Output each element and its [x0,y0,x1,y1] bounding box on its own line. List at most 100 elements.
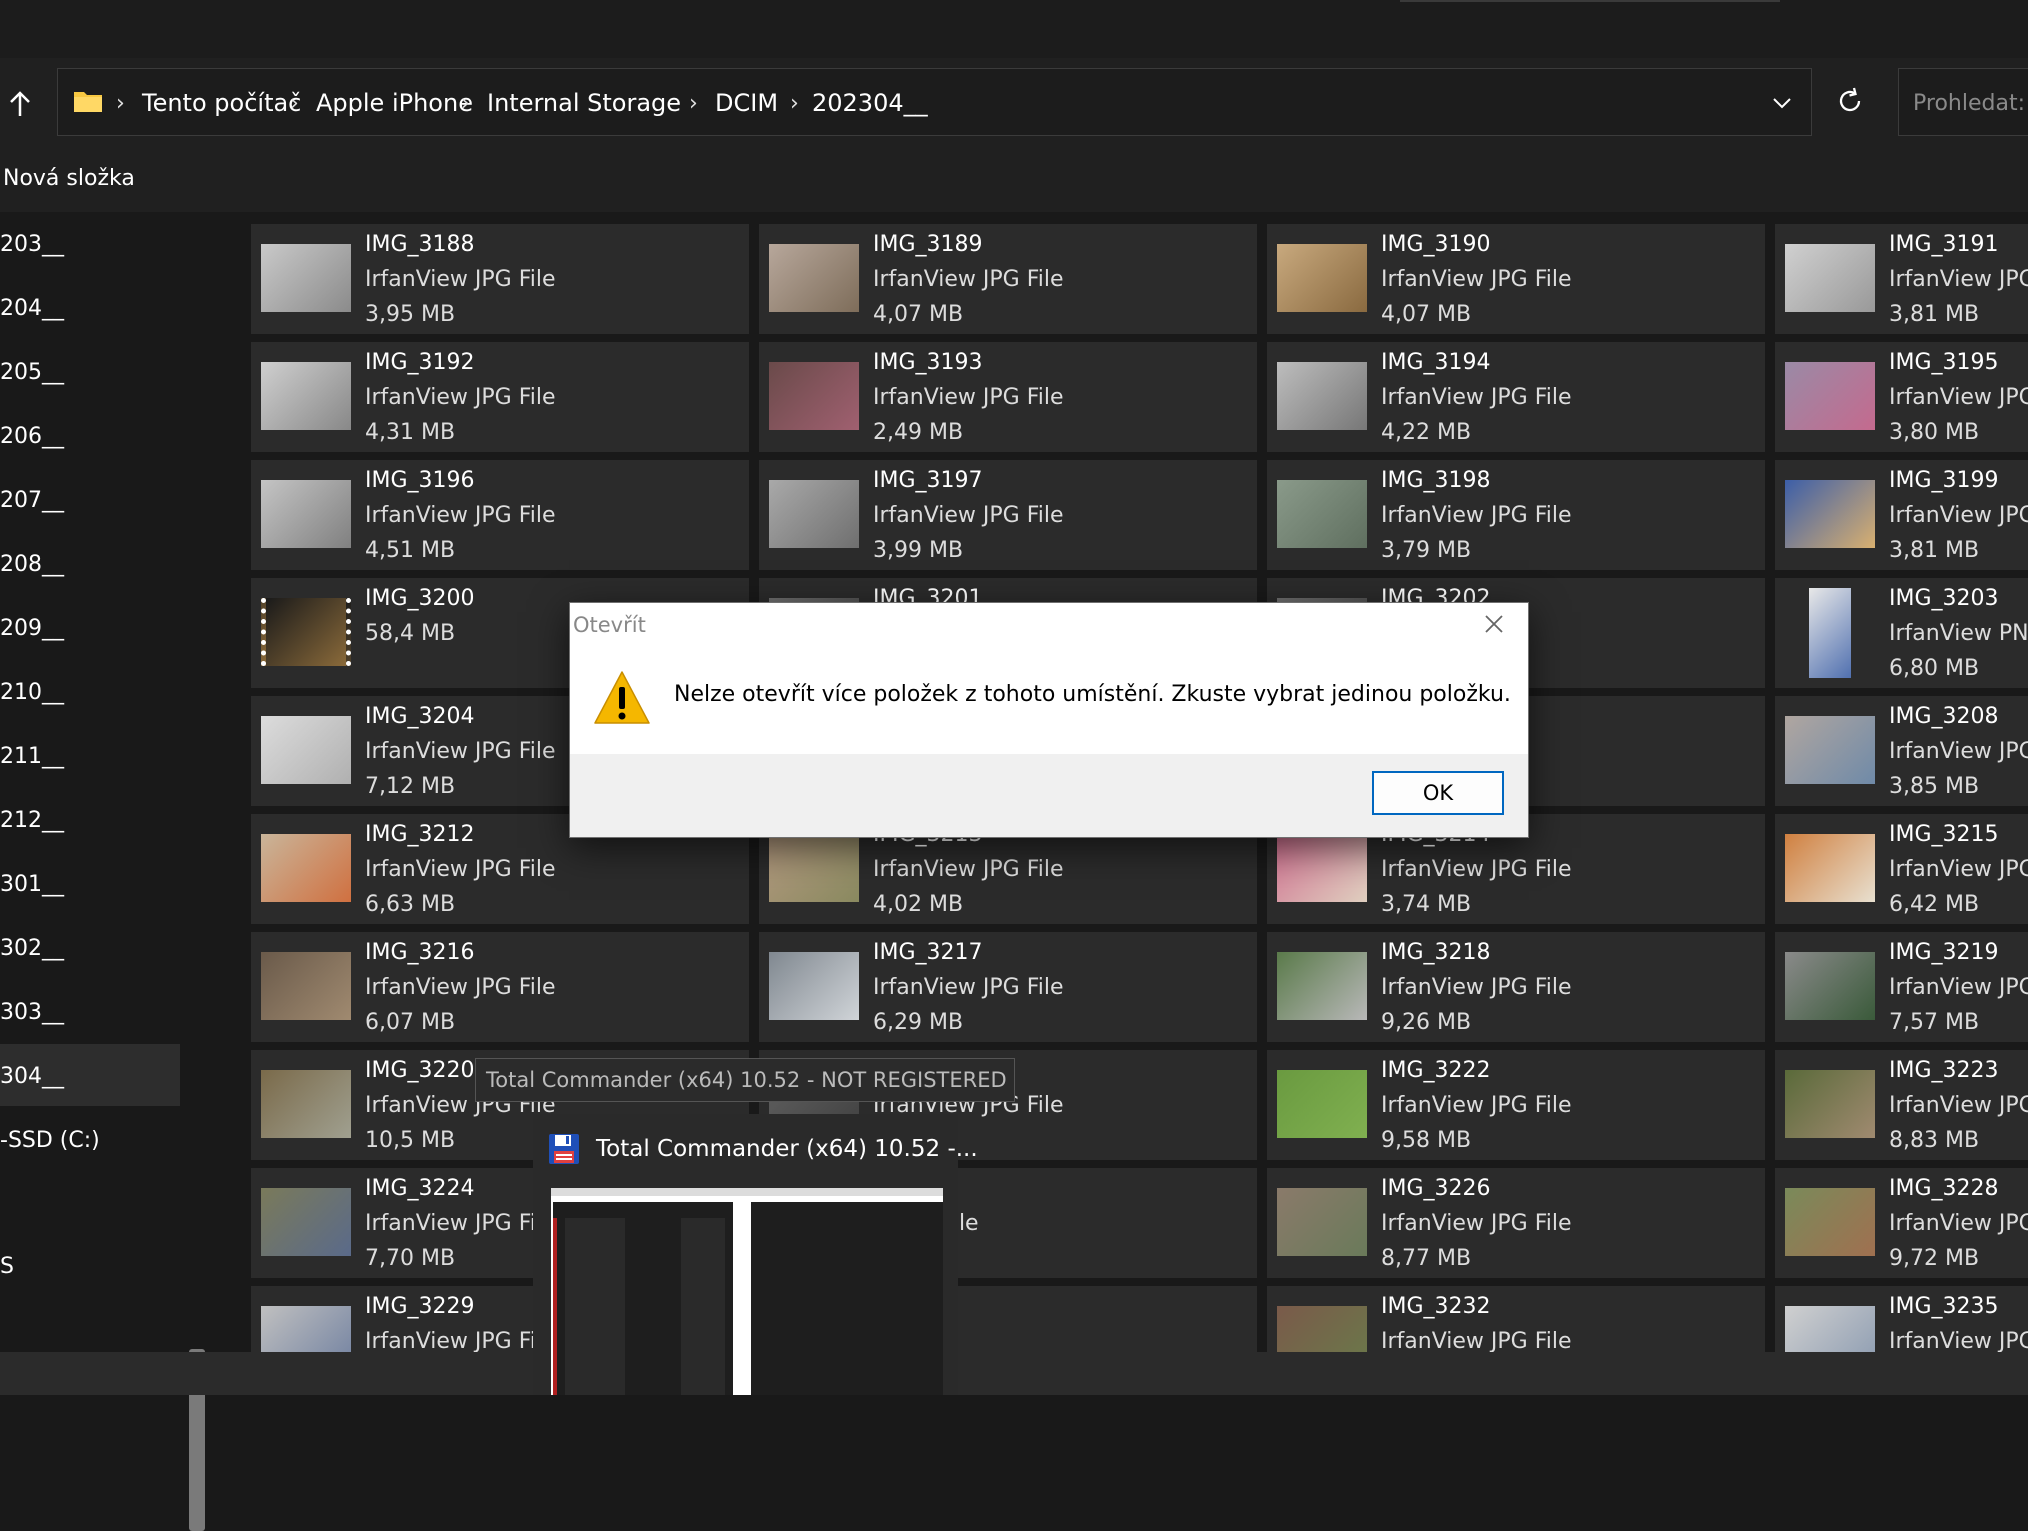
sidebar-item[interactable]: 210__ [0,680,64,705]
sidebar-item[interactable]: 206__ [0,424,64,449]
chevron-right-icon: › [290,91,299,116]
file-size: 3,95 MB [365,302,456,327]
file-type: IrfanView JPG File [873,267,1064,292]
file-thumbnail [1785,1188,1875,1256]
file-thumbnail [1277,480,1367,548]
file-name: IMG_3191 [1889,232,1999,257]
file-tile[interactable]: IMG_3217 IrfanView JPG File 6,29 MB [759,932,1257,1042]
chevron-down-icon[interactable] [1770,91,1794,115]
breadcrumb-item[interactable]: Tento počítač [142,89,301,117]
file-thumbnail [1785,952,1875,1020]
file-name: IMG_3203 [1889,586,1999,611]
file-tile[interactable]: IMG_3198 IrfanView JPG File 3,79 MB [1267,460,1765,570]
file-tile[interactable]: IMG_3235 IrfanView JPG [1775,1286,2028,1352]
file-thumbnail [769,834,859,902]
file-tile[interactable]: IMG_3189 IrfanView JPG File 4,07 MB [759,224,1257,334]
file-tile[interactable]: IMG_3191 IrfanView JPG 3,81 MB [1775,224,2028,334]
sidebar-item[interactable]: 211__ [0,744,64,769]
file-name: IMG_3220 [365,1058,475,1083]
file-thumbnail [1277,1070,1367,1138]
refresh-icon[interactable] [1835,86,1865,116]
file-type: IrfanView JPG Fi [365,1211,536,1236]
file-type: IrfanView JPG [1889,1093,2028,1118]
sidebar-item[interactable]: 208__ [0,552,64,577]
file-name: IMG_3188 [365,232,475,257]
file-thumbnail [769,244,859,312]
file-type: IrfanView JPG File [1381,1093,1572,1118]
file-type: IrfanView JPG [1889,503,2028,528]
arrow-up-icon[interactable] [2,86,38,122]
sidebar-item[interactable]: 304__ [0,1064,64,1089]
file-tile[interactable]: IMG_3188 IrfanView JPG File 3,95 MB [251,224,749,334]
search-input[interactable]: Prohledat: [1898,68,2028,136]
file-type: IrfanView JPG [1889,267,2028,292]
file-name: IMG_3198 [1381,468,1491,493]
file-tile[interactable]: IMG_3193 IrfanView JPG File 2,49 MB [759,342,1257,452]
file-type: IrfanView JPG [1889,1329,2028,1352]
breadcrumb-current[interactable]: 202304__ [812,89,928,117]
file-tile[interactable]: IMG_3223 IrfanView JPG 8,83 MB [1775,1050,2028,1160]
file-thumbnail [1785,1306,1875,1352]
file-tile[interactable]: IMG_3203 IrfanView PN 6,80 MB [1775,578,2028,688]
file-name: IMG_3226 [1381,1176,1491,1201]
file-tile[interactable]: IMG_3190 IrfanView JPG File 4,07 MB [1267,224,1765,334]
sidebar-item[interactable]: 303__ [0,1000,64,1025]
sidebar-item[interactable]: 302__ [0,936,64,961]
file-tile[interactable]: IMG_3226 IrfanView JPG File 8,77 MB [1267,1168,1765,1278]
file-size: 10,5 MB [365,1128,456,1153]
title-bar-divider [1400,0,1780,2]
sidebar-item[interactable]: 207__ [0,488,64,513]
window-thumbnail [551,1188,943,1395]
file-size: 58,4 MB [365,621,456,646]
file-size: 9,26 MB [1381,1010,1472,1035]
file-tile[interactable]: IMG_3218 IrfanView JPG File 9,26 MB [1267,932,1765,1042]
file-name: IMG_3235 [1889,1294,1999,1319]
ok-button[interactable]: OK [1372,771,1504,815]
file-thumbnail [1785,480,1875,548]
sidebar-item[interactable]: 301__ [0,872,64,897]
file-tile[interactable]: IMG_3199 IrfanView JPG 3,81 MB [1775,460,2028,570]
file-tile[interactable]: IMG_3196 IrfanView JPG File 4,51 MB [251,460,749,570]
sidebar-item[interactable]: -SSD (C:) [0,1128,100,1153]
file-tile[interactable]: IMG_3194 IrfanView JPG File 4,22 MB [1267,342,1765,452]
breadcrumb-item[interactable]: Apple iPhone [316,89,473,117]
sidebar-item[interactable]: 212__ [0,808,64,833]
file-type: IrfanView JPG Fi [365,1329,536,1352]
file-size: 3,85 MB [1889,774,1980,799]
title-bar [0,0,2028,58]
file-type: IrfanView JPG File [873,385,1064,410]
file-tile[interactable]: IMG_3228 IrfanView JPG 9,72 MB [1775,1168,2028,1278]
file-tile[interactable]: IMG_3195 IrfanView JPG 3,80 MB [1775,342,2028,452]
file-type: IrfanView JPG File [365,739,556,764]
chevron-right-icon: › [790,91,799,116]
address-bar[interactable]: › Tento počítač › Apple iPhone › Interna… [57,68,1812,136]
taskbar-preview[interactable]: Total Commander (x64) 10.52 -... [533,1114,978,1395]
breadcrumb-item[interactable]: Internal Storage [487,89,681,117]
file-tile[interactable]: IMG_3216 IrfanView JPG File 6,07 MB [251,932,749,1042]
file-thumbnail [1785,1070,1875,1138]
taskbar-preview-title: Total Commander (x64) 10.52 -... [596,1136,978,1162]
sidebar-item[interactable]: 203__ [0,232,64,257]
file-thumbnail [1277,244,1367,312]
file-tile[interactable]: IMG_3215 IrfanView JPG 6,42 MB [1775,814,2028,924]
close-icon[interactable] [1474,609,1514,643]
sidebar-item[interactable]: S [0,1254,14,1279]
file-tile[interactable]: IMG_3208 IrfanView JPG 3,85 MB [1775,696,2028,806]
sidebar-item[interactable]: 205__ [0,360,64,385]
file-tile[interactable]: IMG_3219 IrfanView JPG 7,57 MB [1775,932,2028,1042]
file-name: IMG_3194 [1381,350,1491,375]
new-folder-button[interactable]: Nová složka [3,166,135,191]
file-size: 4,07 MB [873,302,964,327]
file-type: IrfanView JPG [1889,975,2028,1000]
file-tile[interactable]: IMG_3232 IrfanView JPG File [1267,1286,1765,1352]
file-type: IrfanView JPG File [1381,1329,1572,1352]
file-tile[interactable]: IMG_3197 IrfanView JPG File 3,99 MB [759,460,1257,570]
sidebar-item[interactable]: 204__ [0,296,64,321]
sidebar-item[interactable]: 209__ [0,616,64,641]
file-tile[interactable]: IMG_3192 IrfanView JPG File 4,31 MB [251,342,749,452]
breadcrumb-item[interactable]: DCIM [715,89,778,117]
file-tile[interactable]: IMG_3222 IrfanView JPG File 9,58 MB [1267,1050,1765,1160]
file-thumbnail [1785,716,1875,784]
file-name: IMG_3217 [873,940,983,965]
file-thumbnail [261,1070,351,1138]
